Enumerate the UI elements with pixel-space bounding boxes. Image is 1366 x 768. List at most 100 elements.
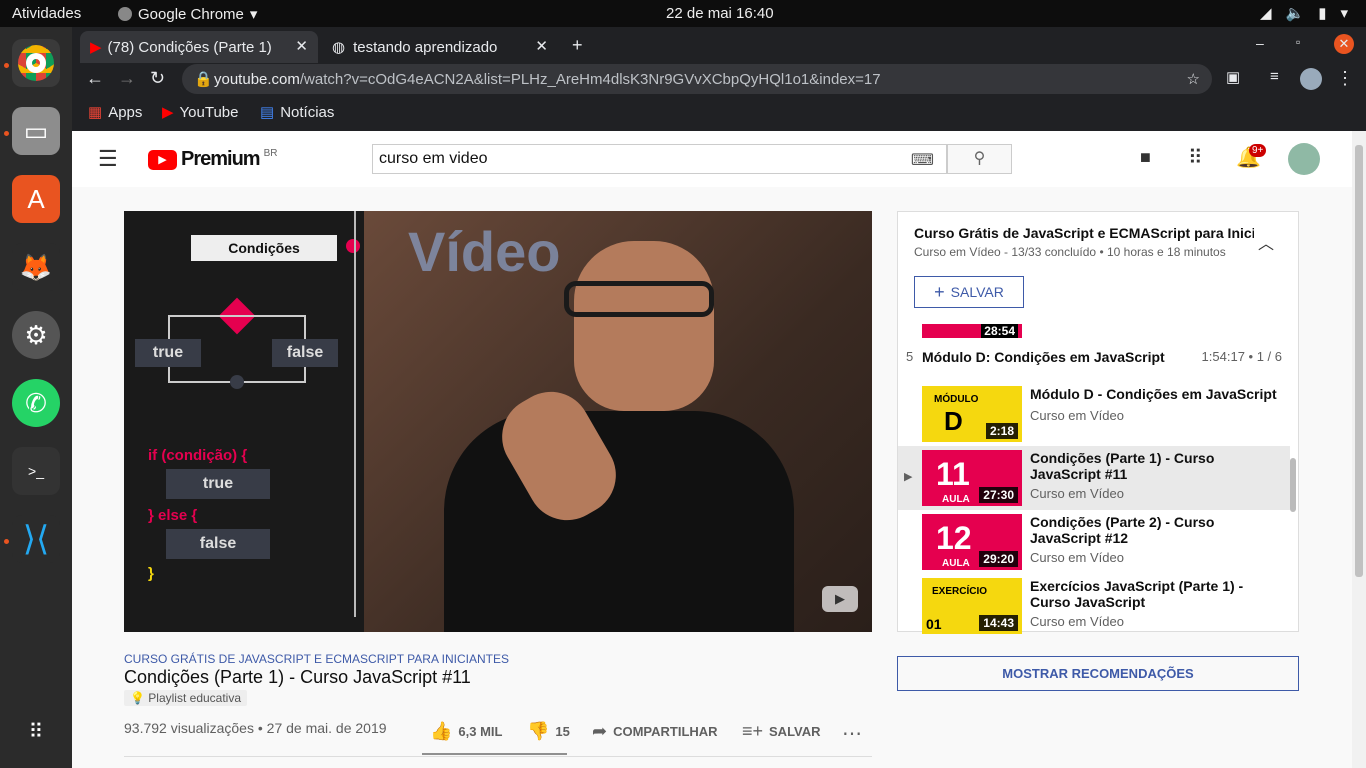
vscode-icon[interactable]: ⟩⟨ — [12, 515, 60, 563]
prev-duration: 28:54 — [981, 324, 1018, 338]
youtube-logo-icon: ▶ — [148, 149, 177, 170]
address-bar[interactable]: 🔒 youtube.com/watch?v=cOdG4eACN2A&list=PL… — [182, 64, 1212, 94]
app-name: Google Chrome — [138, 5, 244, 23]
video-player[interactable]: Condições true false if (condição) { tru… — [124, 211, 872, 632]
forward-icon[interactable]: → — [118, 68, 136, 89]
youtube-watermark-icon[interactable]: ▶ — [822, 586, 858, 612]
files-launcher-icon[interactable]: ▭ — [12, 107, 60, 155]
playlist-item[interactable]: EXERCÍCIO 01 14:43 Exercícios JavaScript (… — [898, 574, 1290, 638]
playlist-panel: Curso Grátis de JavaScript e ECMAScript … — [897, 211, 1299, 634]
maximize-button[interactable]: ▫ — [1296, 35, 1300, 49]
playlist-item[interactable]: 12 AULA 29:20 Condições (Parte 2) - Curso … — [898, 510, 1290, 574]
new-tab-button[interactable]: + — [572, 35, 583, 56]
save-button[interactable]: ≡+ SALVAR — [742, 721, 821, 742]
close-tab-icon[interactable]: ✕ — [535, 37, 548, 55]
thumb-big: 12 — [936, 520, 972, 556]
playlist-item[interactable]: MÓDULO D 2:18 Módulo D - Condições em Java… — [898, 382, 1290, 446]
bulb-icon: 💡 — [130, 691, 145, 705]
terminal-icon[interactable]: >_ — [12, 447, 60, 495]
divider — [124, 756, 872, 757]
create-video-icon[interactable]: ■ — [1140, 147, 1151, 168]
account-avatar[interactable] — [1288, 143, 1320, 175]
bookmark-apps[interactable]: ▦ Apps — [88, 103, 142, 122]
globe-icon: ◍ — [332, 39, 346, 56]
search-input[interactable]: curso em video ⌨ — [372, 144, 947, 174]
prev-item-thumb[interactable]: 28:54 — [922, 324, 1022, 338]
media-control-icon[interactable]: ≡ — [1270, 68, 1279, 85]
flow-merge-node — [230, 375, 244, 389]
like-ratio-bar — [422, 753, 567, 755]
gimp-icon[interactable]: 🦊 — [12, 243, 60, 291]
dislikes-count: 15 — [555, 724, 570, 739]
badge-label: Playlist educativa — [148, 691, 242, 705]
system-tray[interactable]: ◢ 🔈 ▮ ▾ — [1260, 4, 1348, 22]
item-channel: Curso em Vídeo — [1030, 408, 1124, 423]
settings-gear-icon[interactable]: ⚙ — [12, 311, 60, 359]
item-duration: 2:18 — [985, 423, 1018, 439]
lock-icon: 🔒 — [194, 71, 213, 88]
minimize-button[interactable]: – — [1256, 35, 1264, 51]
activities-button[interactable]: Atividades — [12, 5, 81, 22]
item-thumbnail: 12 AULA 29:20 — [922, 514, 1022, 570]
running-indicator — [4, 131, 9, 136]
profile-avatar[interactable] — [1300, 68, 1322, 90]
playlist-badge[interactable]: 💡 Playlist educativa — [124, 690, 248, 706]
app-menu[interactable]: Google Chrome ▾ — [118, 5, 257, 23]
code-if: if (condição) { — [148, 447, 248, 464]
bookmark-label: Notícias — [280, 103, 335, 121]
bookmark-youtube[interactable]: ▶ YouTube — [162, 103, 239, 122]
chrome-launcher-icon[interactable] — [12, 39, 60, 87]
show-recommendations-button[interactable]: MOSTRAR RECOMENDAÇÕES — [897, 656, 1299, 691]
tab-testando[interactable]: ◍ testando aprendizado ✕ — [322, 31, 558, 63]
section-title[interactable]: Módulo D: Condições em JavaScript — [922, 349, 1165, 365]
logo-text: Premium — [181, 148, 261, 170]
apps-grid-icon[interactable]: ⠿ — [1188, 145, 1203, 170]
view-count: 93.792 visualizações • 27 de mai. de 201… — [124, 720, 387, 736]
bookmark-noticias[interactable]: ▤ Notícias — [260, 103, 335, 122]
wall-logo-text: Vídeo — [408, 220, 561, 283]
tab-youtube[interactable]: ▶ (78) Condições (Parte 1) ✕ — [80, 31, 318, 63]
playlist-link[interactable]: CURSO GRÁTIS DE JAVASCRIPT E ECMASCRIPT … — [124, 652, 509, 666]
playlist-title[interactable]: Curso Grátis de JavaScript e ECMAScript … — [914, 225, 1254, 241]
item-thumbnail: EXERCÍCIO 01 14:43 — [922, 578, 1022, 634]
hamburger-menu-icon[interactable]: ☰ — [98, 146, 118, 172]
playlist-add-icon: ≡+ — [742, 721, 764, 741]
thumb-tag: EXERCÍCIO — [932, 586, 988, 597]
search-button[interactable]: ⚲ — [947, 144, 1012, 174]
dislike-button[interactable]: 👎 15 — [527, 721, 570, 742]
star-icon[interactable]: ☆ — [1187, 70, 1200, 88]
record-dot — [346, 239, 360, 253]
dock: ▭ A 🦊 ⚙ ✆ >_ ⟩⟨ ⠿ — [0, 27, 72, 768]
url-host: youtube.com — [214, 70, 300, 88]
more-actions-icon[interactable]: ⋯ — [842, 721, 862, 746]
now-playing-icon: ▶ — [904, 471, 913, 483]
playlist-item-current[interactable]: ▶ 11 AULA 27:30 Condições (Parte 1) - Curs… — [898, 446, 1290, 510]
page-scrollbar[interactable] — [1352, 131, 1366, 768]
youtube-logo[interactable]: ▶ Premium BR — [148, 148, 278, 171]
playlist-save-button[interactable]: + SALVAR — [914, 276, 1024, 308]
code-end: } — [148, 565, 154, 582]
youtube-header: ☰ ▶ Premium BR curso em video ⌨ ⚲ ■ ⠿ 🔔 9… — [72, 131, 1352, 187]
save-label: SALVAR — [950, 284, 1004, 300]
close-tab-icon[interactable]: ✕ — [295, 37, 308, 55]
collapse-chevron-icon[interactable]: ︿ — [1258, 230, 1274, 254]
share-button[interactable]: ➦ COMPARTILHAR — [592, 721, 718, 742]
reload-icon[interactable]: ↻ — [150, 68, 165, 89]
menu-kebab-icon[interactable]: ⋮ — [1336, 68, 1354, 89]
scrollbar-thumb[interactable] — [1355, 145, 1363, 577]
panel-scrollbar-thumb[interactable] — [1290, 458, 1296, 512]
item-channel: Curso em Vídeo — [1030, 550, 1124, 565]
slide-panel: Condições true false if (condição) { tru… — [124, 211, 364, 632]
show-apps-icon[interactable]: ⠿ — [12, 707, 60, 755]
whatsapp-icon[interactable]: ✆ — [12, 379, 60, 427]
flow-true-box: true — [135, 339, 201, 367]
like-button[interactable]: 👍 6,3 MIL — [430, 721, 503, 742]
software-center-icon[interactable]: A — [12, 175, 60, 223]
likes-count: 6,3 MIL — [458, 724, 503, 739]
back-icon[interactable]: ← — [86, 68, 104, 89]
presenter-frame: Vídeo ▶ — [364, 211, 872, 632]
clock[interactable]: 22 de mai 16:40 — [666, 5, 774, 22]
extension-icon[interactable]: ▣ — [1226, 68, 1240, 86]
close-window-button[interactable]: ✕ — [1334, 34, 1354, 54]
keyboard-icon[interactable]: ⌨ — [911, 150, 934, 170]
